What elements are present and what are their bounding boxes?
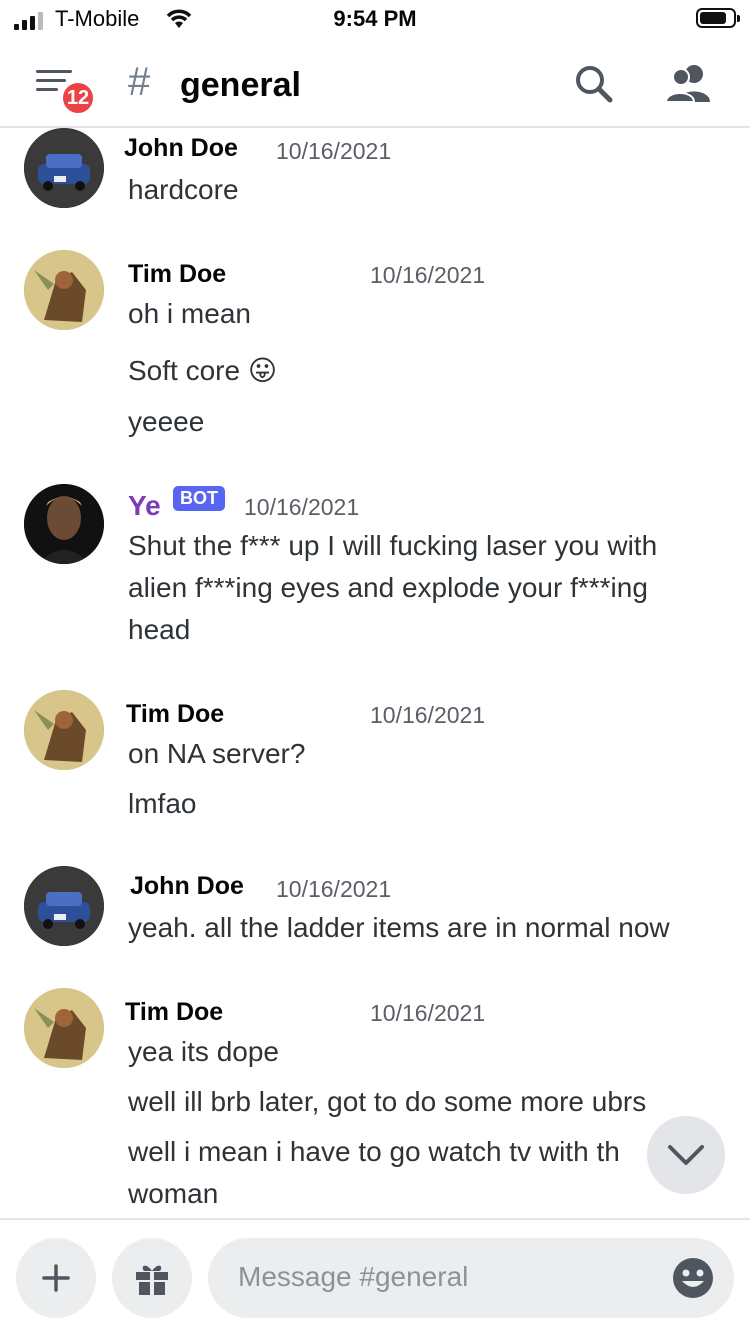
car-avatar[interactable] [24, 128, 104, 208]
unread-badge: 12 [60, 80, 96, 116]
message-timestamp: 10/16/2021 [276, 138, 392, 164]
plus-icon [42, 1264, 70, 1292]
message-list[interactable]: John Doe 10/16/2021 hardcore Tim Doe 10/… [0, 128, 750, 1218]
battery-icon [696, 8, 740, 28]
message-author[interactable]: John Doe [124, 134, 238, 163]
message-author[interactable]: John Doe [130, 872, 244, 901]
chevron-down-icon [668, 1145, 704, 1165]
channel-hash-icon: # [128, 60, 151, 104]
emoji-icon[interactable] [672, 1257, 714, 1299]
car-avatar[interactable] [24, 866, 104, 946]
message-text: lmfao [128, 788, 197, 819]
message-text: yea its dope [128, 1036, 279, 1067]
message-timestamp: 10/16/2021 [370, 1000, 486, 1026]
message-timestamp: 10/16/2021 [370, 702, 486, 728]
gift-button[interactable] [112, 1238, 192, 1318]
status-time: 9:54 PM [333, 6, 417, 31]
add-attachment-button[interactable] [16, 1238, 96, 1318]
message-text: Soft core 😛 [128, 355, 278, 386]
message-text: oh i mean [128, 298, 251, 329]
message-text: hardcore [128, 174, 239, 205]
message-text: head [128, 614, 191, 645]
warrior-avatar[interactable] [24, 250, 104, 330]
message-author[interactable]: Tim Doe [125, 998, 223, 1027]
message-text: yeeee [128, 406, 205, 437]
message-text: on NA server? [128, 738, 306, 769]
channel-header: 12 # general [0, 40, 750, 128]
status-bar: T-Mobile 9:54 PM [0, 0, 750, 40]
gift-icon [136, 1265, 168, 1295]
warrior-avatar[interactable] [24, 690, 104, 770]
message-timestamp: 10/16/2021 [276, 876, 392, 902]
message-text: yeah. all the ladder items are in normal… [128, 912, 670, 943]
portrait-avatar[interactable] [24, 484, 104, 564]
message-input[interactable]: Message #general [208, 1238, 734, 1318]
message-text: Shut the f*** up I will fucking laser yo… [128, 530, 658, 561]
message-timestamp: 10/16/2021 [244, 494, 360, 520]
members-icon[interactable] [664, 62, 714, 106]
message-text: well i mean i have to go watch tv with t… [128, 1136, 620, 1167]
message-author[interactable]: Ye [128, 490, 161, 522]
message-timestamp: 10/16/2021 [370, 262, 486, 288]
search-icon[interactable] [572, 62, 616, 106]
menu-button[interactable]: 12 [36, 70, 96, 120]
message-author[interactable]: Tim Doe [126, 700, 224, 729]
bot-badge: BOT [173, 486, 225, 511]
message-text: alien f***ing eyes and explode your f***… [128, 572, 648, 603]
message-author[interactable]: Tim Doe [128, 260, 226, 289]
warrior-avatar[interactable] [24, 988, 104, 1068]
message-placeholder: Message #general [238, 1261, 469, 1292]
message-text: well ill brb later, got to do some more … [128, 1086, 647, 1117]
message-composer: Message #general [0, 1218, 750, 1334]
message-text: woman [128, 1178, 219, 1209]
channel-title: general [180, 66, 301, 104]
scroll-to-bottom-button[interactable] [647, 1116, 725, 1194]
